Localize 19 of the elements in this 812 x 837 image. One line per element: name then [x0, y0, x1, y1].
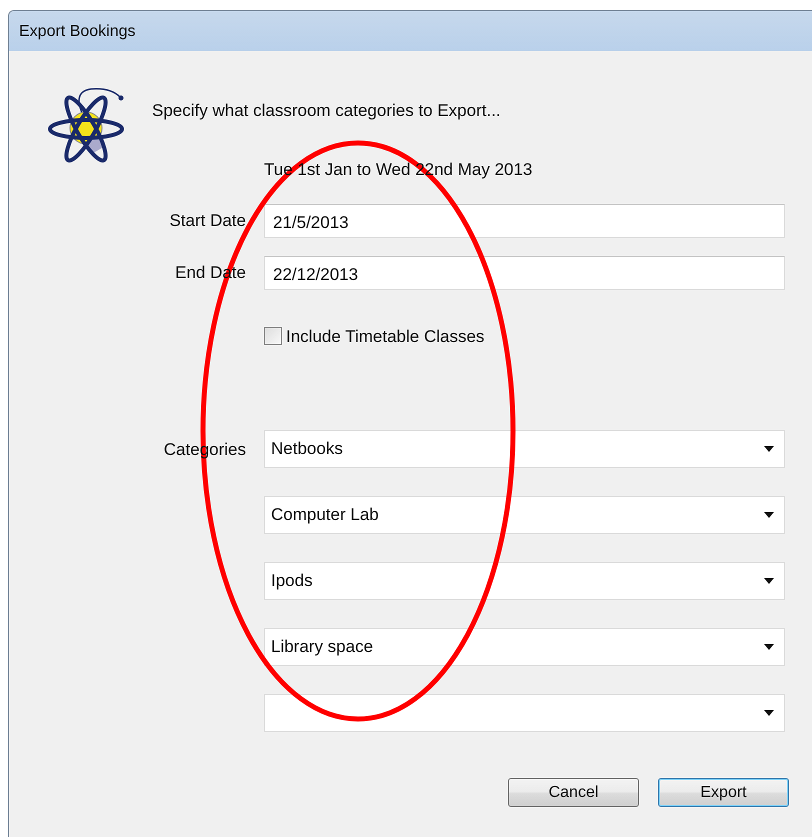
dialog-button[interactable]: Export — [658, 778, 789, 807]
window-title: Export Bookings — [9, 11, 812, 51]
dropdown-caret-icon — [764, 446, 774, 452]
field-label: Start Date — [168, 210, 247, 232]
date-field[interactable]: 22/12/2013 — [264, 256, 785, 290]
dropdown-caret-icon — [764, 512, 774, 518]
dialog-button[interactable]: Cancel — [508, 778, 639, 807]
dropdown-caret-icon — [764, 644, 774, 650]
instruction-text: Specify what classroom categories to Export... — [152, 100, 501, 122]
category-dropdown[interactable]: Netbooks — [264, 430, 785, 468]
checkbox-label: Include Timetable Classes — [286, 326, 484, 348]
category-dropdown[interactable]: Library space — [264, 628, 785, 666]
category-dropdown[interactable]: Ipods — [264, 562, 785, 600]
checkbox[interactable] — [264, 327, 282, 346]
category-dropdown[interactable]: Computer Lab — [264, 496, 785, 534]
dropdown-caret-icon — [764, 710, 774, 716]
dropdown-caret-icon — [764, 578, 774, 584]
date-field[interactable]: 21/5/2013 — [264, 204, 785, 238]
category-dropdown[interactable] — [264, 694, 785, 732]
